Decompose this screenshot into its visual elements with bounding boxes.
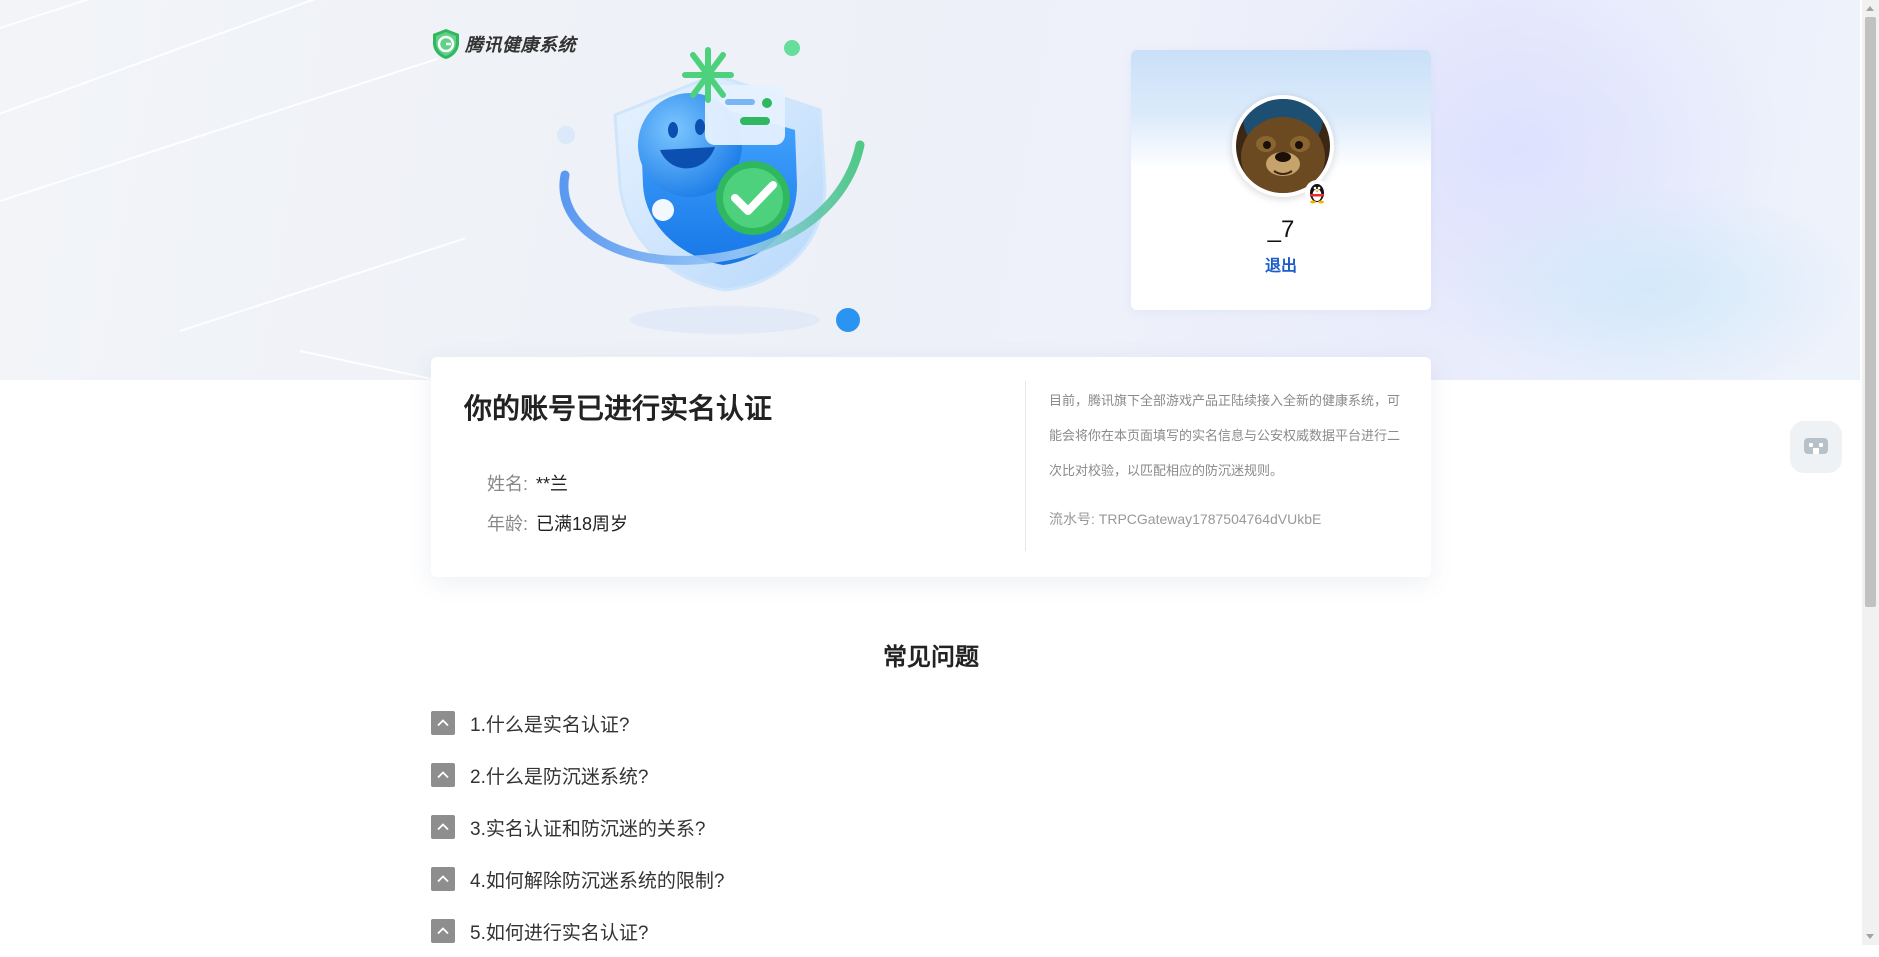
chevron-up-icon[interactable] <box>431 867 455 891</box>
page-scrollbar[interactable] <box>1862 0 1879 945</box>
hero-stripe <box>179 237 466 332</box>
faq-list: 1.什么是实名认证? 2.什么是防沉迷系统? 3.实名认证和防沉迷的关系? 4.… <box>431 697 1431 957</box>
chevron-up-icon[interactable] <box>431 763 455 787</box>
hero-stripe <box>0 0 432 122</box>
user-profile-card: _7 退出 <box>1131 50 1431 310</box>
hero-stripe <box>0 57 438 202</box>
name-field: 姓名: **兰 <box>487 470 568 496</box>
age-label: 年龄: <box>487 514 529 534</box>
card-divider <box>1025 381 1026 551</box>
faq-item[interactable]: 3.实名认证和防沉迷的关系? <box>431 801 1431 853</box>
serial-number: 流水号: TRPCGateway1787504764dVUkbE <box>1049 511 1322 527</box>
name-label: 姓名: <box>487 474 529 494</box>
verification-card: 你的账号已进行实名认证 姓名: **兰 年龄: 已满18周岁 目前，腾讯旗下全部… <box>431 357 1431 577</box>
faq-item[interactable]: 2.什么是防沉迷系统? <box>431 749 1431 801</box>
scroll-up-arrow-icon[interactable] <box>1866 6 1874 11</box>
customer-service-button[interactable] <box>1790 421 1842 473</box>
faq-question[interactable]: 5.如何进行实名认证? <box>470 918 648 945</box>
shield-logo-icon <box>433 29 459 59</box>
qq-penguin-icon <box>1305 180 1329 204</box>
age-value: 已满18周岁 <box>536 514 629 534</box>
hero-glow-secondary <box>1440 180 1860 380</box>
hero-background <box>0 0 1860 380</box>
user-nickname: _7 <box>1267 216 1295 243</box>
chevron-up-icon[interactable] <box>431 919 455 943</box>
faq-question[interactable]: 1.什么是实名认证? <box>470 710 629 737</box>
chevron-up-icon[interactable] <box>431 815 455 839</box>
faq-question[interactable]: 4.如何解除防沉迷系统的限制? <box>470 866 724 893</box>
verification-notice: 目前，腾讯旗下全部游戏产品正陆续接入全新的健康系统，可能会将你在本页面填写的实名… <box>1049 393 1401 478</box>
faq-item[interactable]: 1.什么是实名认证? <box>431 697 1431 749</box>
chevron-up-icon[interactable] <box>431 711 455 735</box>
hero-stripe <box>0 0 360 42</box>
faq-item[interactable]: 4.如何解除防沉迷系统的限制? <box>431 853 1431 905</box>
verification-title: 你的账号已进行实名认证 <box>464 393 773 424</box>
shield-check-illustration <box>557 40 865 334</box>
scroll-down-arrow-icon[interactable] <box>1866 934 1874 939</box>
faq-title: 常见问题 <box>883 644 979 671</box>
chat-bot-icon <box>1804 438 1828 454</box>
scrollbar-thumb[interactable] <box>1865 17 1876 607</box>
faq-question[interactable]: 2.什么是防沉迷系统? <box>470 762 648 789</box>
logout-link[interactable]: 退出 <box>1131 252 1431 276</box>
age-field: 年龄: 已满18周岁 <box>487 510 628 536</box>
name-value: **兰 <box>536 474 569 494</box>
faq-question[interactable]: 3.实名认证和防沉迷的关系? <box>470 814 705 841</box>
faq-item[interactable]: 5.如何进行实名认证? <box>431 905 1431 957</box>
